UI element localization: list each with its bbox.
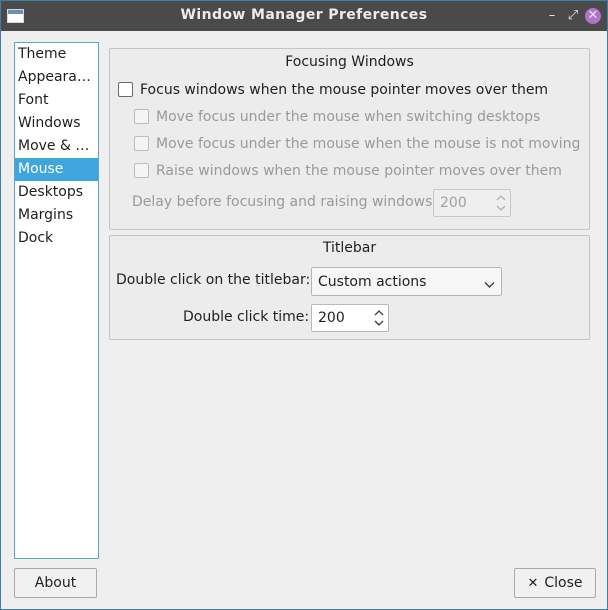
about-button[interactable]: About [14,568,97,598]
mouse-not-moving-label: Move focus under the mouse when the mous… [156,136,581,152]
sidebar-item-appearance[interactable]: Appeara… [15,66,98,89]
focus-delay-spinbox: 200 [433,189,511,217]
category-list[interactable]: Theme Appeara… Font Windows Move & … Mou… [14,42,99,559]
sidebar-item-windows[interactable]: Windows [15,112,98,135]
close-button[interactable]: ✕ Close [514,568,596,598]
spin-arrows-icon [495,191,507,215]
spin-arrows-icon[interactable] [373,306,385,330]
close-window-icon[interactable]: ✕ [585,8,601,24]
maximize-icon[interactable]: ⤢ [565,8,581,24]
window-titlebar[interactable]: Window Manager Preferences – ⤢ ✕ [1,1,607,31]
sidebar-item-mouse[interactable]: Mouse [15,158,98,181]
preferences-window: Window Manager Preferences – ⤢ ✕ Theme A… [0,0,608,610]
sidebar-item-font[interactable]: Font [15,89,98,112]
chevron-down-icon [484,277,495,293]
double-click-action-label: Double click on the titlebar: [116,272,311,288]
checkbox-box [134,136,149,151]
raise-windows-checkbox: Raise windows when the mouse pointer mov… [134,161,562,181]
double-click-time-value[interactable]: 200 [318,310,345,326]
about-button-label: About [34,575,77,591]
checkbox-box [134,163,149,178]
sidebar-item-desktops[interactable]: Desktops [15,181,98,204]
focus-delay-label: Delay before focusing and raising window… [132,194,438,210]
checkbox-box [134,109,149,124]
switching-desktops-label: Move focus under the mouse when switchin… [156,109,541,125]
sidebar-item-margins[interactable]: Margins [15,204,98,227]
minimize-icon[interactable]: – [544,8,560,24]
sidebar-item-theme[interactable]: Theme [15,43,98,66]
window-title: Window Manager Preferences [180,7,428,23]
double-click-action-value: Custom actions [318,274,427,290]
focusing-windows-heading: Focusing Windows [285,54,414,70]
switching-desktops-checkbox: Move focus under the mouse when switchin… [134,107,540,127]
double-click-action-select[interactable]: Custom actions [311,267,502,296]
focus-follows-mouse-label[interactable]: Focus windows when the mouse pointer mov… [140,82,548,98]
close-button-label: Close [544,575,583,591]
titlebar-heading: Titlebar [322,240,377,256]
focus-follows-mouse-checkbox[interactable]: Focus windows when the mouse pointer mov… [118,80,548,100]
close-icon: ✕ [527,576,539,591]
checkbox-box[interactable] [118,82,133,97]
double-click-time-label: Double click time: [183,309,310,325]
sidebar-item-move-resize[interactable]: Move & … [15,135,98,158]
mouse-not-moving-checkbox: Move focus under the mouse when the mous… [134,134,580,154]
sidebar-item-dock[interactable]: Dock [15,227,98,250]
raise-windows-label: Raise windows when the mouse pointer mov… [156,163,562,179]
focus-delay-value: 200 [440,195,467,211]
double-click-time-spinbox[interactable]: 200 [311,304,389,332]
